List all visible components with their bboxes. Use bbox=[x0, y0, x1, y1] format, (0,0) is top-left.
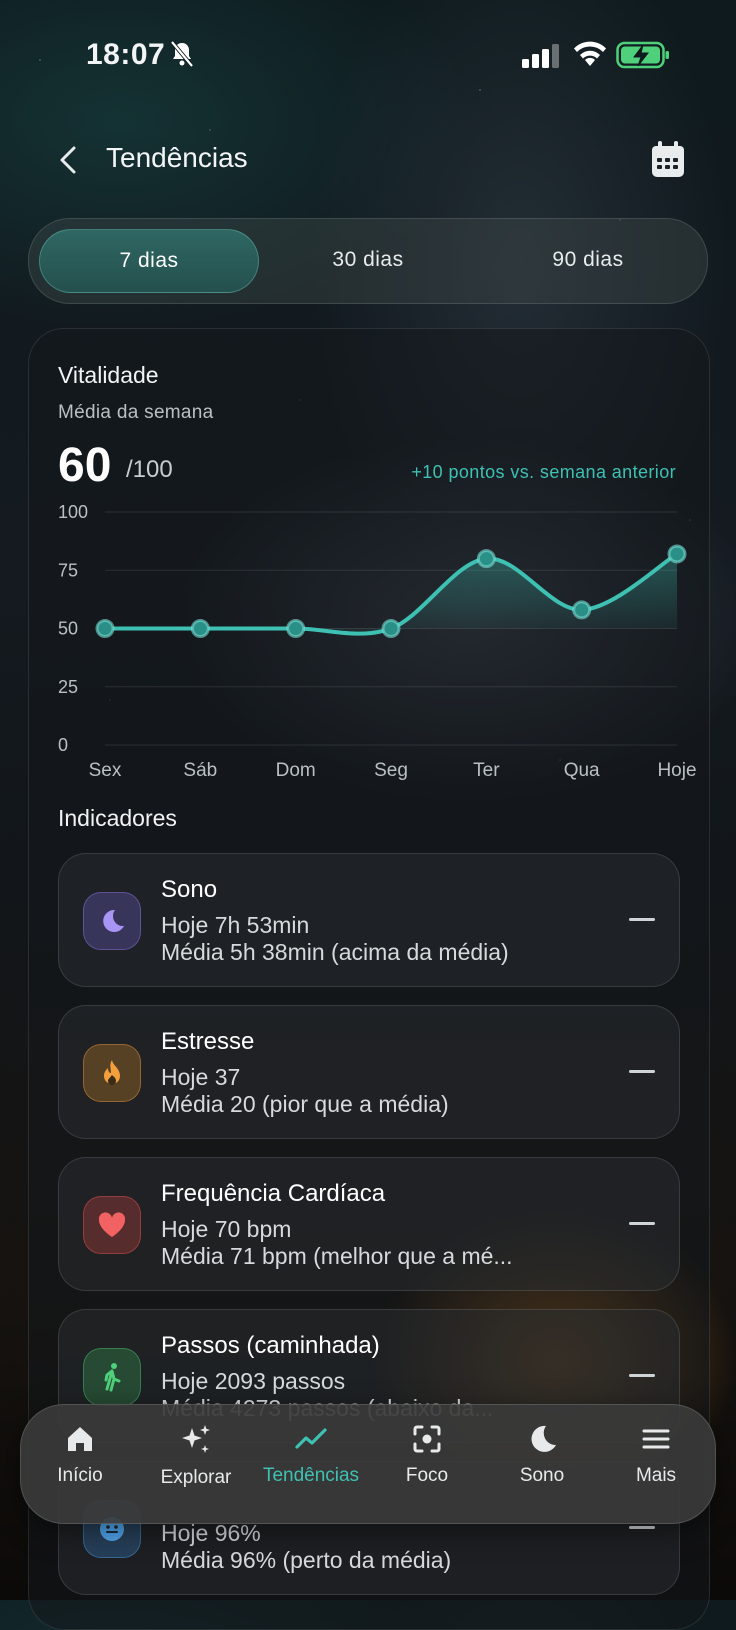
indicator-card-frequencia-cardiaca[interactable]: Frequência Cardíaca Hoje 70 bpm Média 71… bbox=[58, 1157, 680, 1291]
moon-icon bbox=[83, 892, 141, 950]
trend-flat-icon bbox=[629, 918, 655, 921]
indicator-today: Hoje 96% bbox=[161, 1520, 261, 1546]
indicator-card-estresse[interactable]: Estresse Hoje 37 Média 20 (pior que a mé… bbox=[58, 1005, 680, 1139]
x-tick-label: Dom bbox=[276, 760, 316, 781]
indicator-average: Média 96% (perto da média) bbox=[161, 1547, 452, 1573]
nav-mais[interactable]: Mais bbox=[601, 1423, 711, 1507]
indicator-today: Hoje 7h 53min bbox=[161, 912, 310, 938]
walk-icon bbox=[83, 1348, 141, 1406]
home-icon bbox=[68, 1427, 92, 1451]
data-point bbox=[572, 600, 592, 620]
indicator-average: Média 5h 38min (acima da média) bbox=[161, 939, 509, 965]
y-tick-label: 25 bbox=[58, 677, 78, 697]
trend-flat-icon bbox=[629, 1526, 655, 1529]
x-tick-label: Seg bbox=[374, 760, 408, 781]
indicator-name: Estresse bbox=[161, 1028, 255, 1055]
indicators-title: Indicadores bbox=[58, 805, 177, 831]
indicator-name: Passos (caminhada) bbox=[161, 1332, 380, 1359]
trend-flat-icon bbox=[629, 1070, 655, 1073]
x-tick-label: Qua bbox=[564, 760, 600, 781]
nav-label: Explorar bbox=[160, 1467, 232, 1488]
y-tick-label: 0 bbox=[58, 735, 68, 755]
y-tick-label: 75 bbox=[58, 560, 78, 580]
x-tick-label: Sáb bbox=[183, 760, 217, 781]
bottom-navigation: Início Explorar Tendências Foco Sono Mai… bbox=[20, 1404, 716, 1524]
nav-label: Sono bbox=[519, 1465, 565, 1486]
vitality-line-chart: 100 75 50 25 0 Sex Sáb Dom Seg Ter Qua Hoje bbox=[58, 502, 697, 781]
indicator-today: Hoje 37 bbox=[161, 1064, 241, 1090]
x-tick-label: Hoje bbox=[657, 760, 696, 781]
data-point bbox=[95, 619, 115, 638]
nav-label: Foco bbox=[405, 1465, 449, 1486]
nav-label: Início bbox=[57, 1465, 103, 1486]
indicator-name: Frequência Cardíaca bbox=[161, 1180, 386, 1207]
indicator-card-sono[interactable]: Sono Hoje 7h 53min Média 5h 38min (acima… bbox=[58, 853, 680, 987]
data-point bbox=[190, 619, 210, 638]
indicator-name: Sono bbox=[161, 876, 218, 903]
y-tick-label: 100 bbox=[58, 502, 88, 522]
nav-label: Mais bbox=[635, 1465, 677, 1486]
menu-icon bbox=[642, 1429, 670, 1449]
nav-tendencias[interactable]: Tendências bbox=[256, 1423, 366, 1507]
nav-foco[interactable]: Foco bbox=[372, 1423, 482, 1507]
trend-flat-icon bbox=[629, 1374, 655, 1377]
indicator-today: Hoje 2093 passos bbox=[161, 1368, 346, 1394]
indicator-average: Média 20 (pior que a média) bbox=[161, 1091, 449, 1117]
indicator-average: Média 71 bpm (melhor que a mé... bbox=[161, 1243, 513, 1269]
data-point bbox=[286, 619, 306, 638]
data-point bbox=[667, 544, 687, 564]
heart-icon bbox=[83, 1196, 141, 1254]
x-tick-label: Ter bbox=[473, 760, 500, 781]
nav-label: Tendências bbox=[262, 1465, 360, 1486]
moon-icon bbox=[531, 1425, 556, 1452]
flame-icon bbox=[83, 1044, 141, 1102]
nav-explorar[interactable]: Explorar bbox=[141, 1423, 251, 1507]
sparkle-icon bbox=[182, 1425, 210, 1453]
trend-icon bbox=[295, 1428, 327, 1449]
x-tick-label: Sex bbox=[89, 760, 122, 781]
indicator-today: Hoje 70 bpm bbox=[161, 1216, 292, 1242]
y-tick-label: 50 bbox=[58, 619, 78, 639]
nav-sono[interactable]: Sono bbox=[487, 1423, 597, 1507]
data-point bbox=[476, 549, 496, 569]
trend-flat-icon bbox=[629, 1222, 655, 1225]
nav-inicio[interactable]: Início bbox=[25, 1423, 135, 1507]
data-point bbox=[381, 619, 401, 638]
focus-icon bbox=[413, 1425, 441, 1453]
